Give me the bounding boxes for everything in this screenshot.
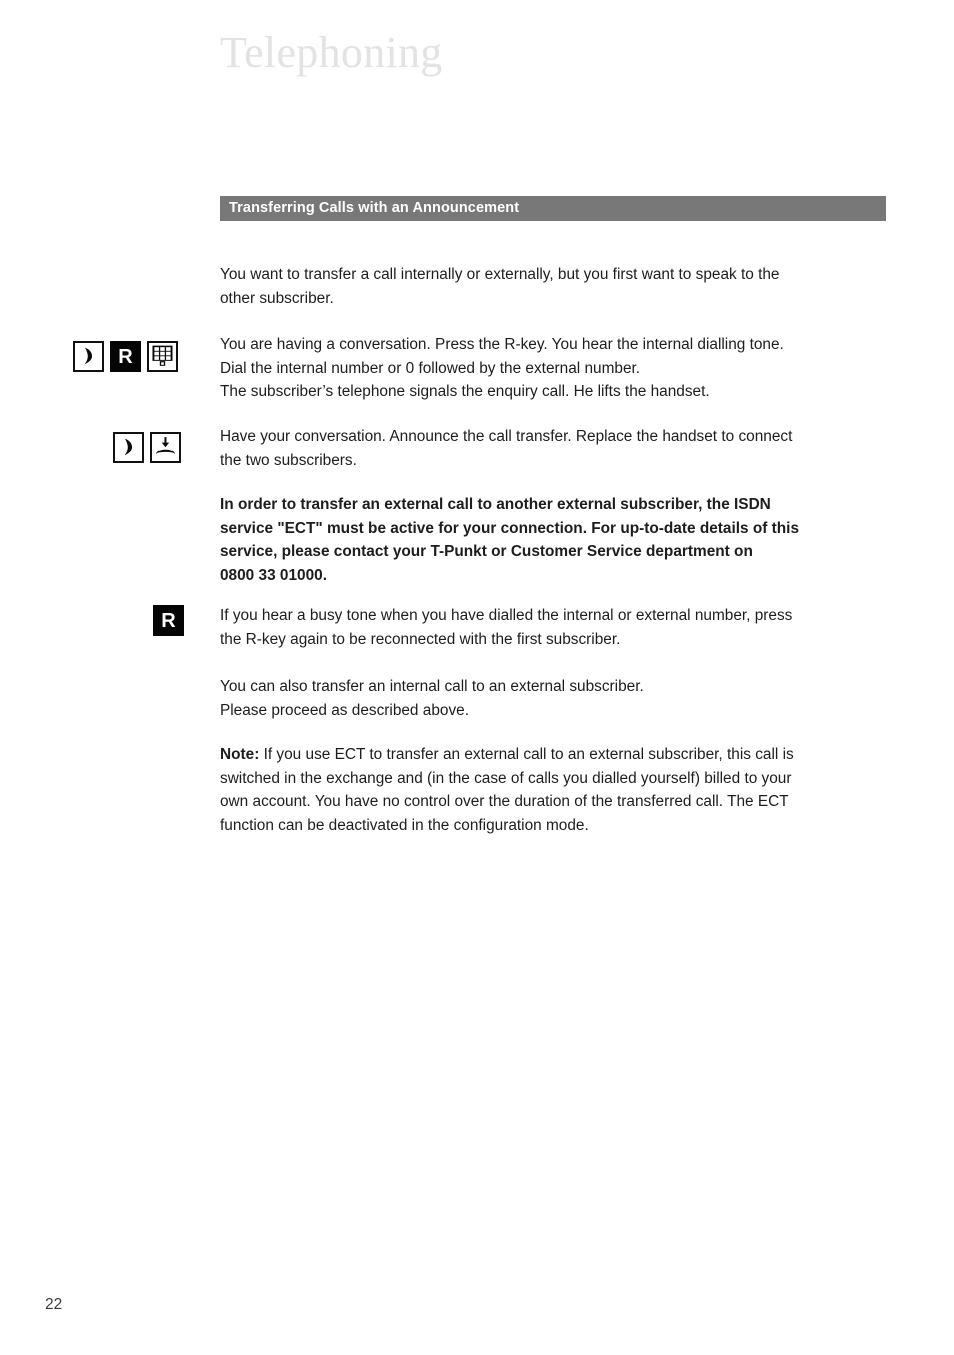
paragraph-line: Have your conversation. Announce the cal… [220, 428, 793, 445]
r-key-icon: R [153, 605, 184, 636]
icon-row-step-1: R [73, 341, 178, 372]
icon-row-busy-tone: R [153, 605, 184, 636]
paragraph-line: If you hear a busy tone when you have di… [220, 607, 793, 624]
r-key-label: R [118, 345, 133, 368]
r-key-label: R [161, 609, 176, 632]
keypad-dial-icon [147, 341, 178, 372]
note-line-rest: If you use ECT to transfer an external c… [259, 746, 794, 763]
paragraph-intro: You want to transfer a call internally o… [220, 263, 880, 310]
paragraph-line: Please proceed as described above. [220, 701, 469, 719]
paragraph-line: You want to transfer a call internally o… [220, 266, 780, 283]
paragraph-line: service "ECT" must be active for your co… [220, 519, 800, 537]
handset-lifted-icon [73, 341, 104, 372]
note-label: Note: [220, 746, 260, 763]
paragraph-line: other subscriber. [220, 289, 334, 307]
paragraph-step-2: Have your conversation. Announce the cal… [220, 425, 880, 472]
icon-row-step-2 [113, 432, 181, 463]
handset-lifted-icon [113, 432, 144, 463]
paragraph-step-1: You are having a conversation. Press the… [220, 333, 880, 404]
paragraph-ect-notice: In order to transfer an external call to… [220, 493, 880, 587]
paragraph-line: switched in the exchange and (in the cas… [220, 769, 792, 787]
paragraph-line: own account. You have no control over th… [220, 793, 789, 810]
handset-replace-icon [150, 432, 181, 463]
page-number: 22 [45, 1296, 63, 1313]
paragraph-line: The subscriber’s telephone signals the e… [220, 383, 710, 400]
paragraph-line: You can also transfer an internal call t… [220, 678, 644, 695]
paragraph-line: 0800 33 01000. [220, 566, 327, 584]
paragraph-line: You are having a conversation. Press the… [220, 336, 784, 353]
page-title: Telephoning [220, 28, 443, 77]
paragraph-line: In order to transfer an external call to… [220, 496, 771, 513]
paragraph-line: the two subscribers. [220, 451, 357, 469]
paragraph-line: function can be deactivated in the confi… [220, 816, 589, 834]
paragraph-busy-tone: If you hear a busy tone when you have di… [220, 604, 880, 651]
paragraph-line: Note: If you use ECT to transfer an exte… [220, 743, 880, 767]
paragraph-internal-transfer: You can also transfer an internal call t… [220, 675, 880, 722]
section-header-label: Transferring Calls with an Announcement [229, 200, 520, 216]
paragraph-line: the R-key again to be reconnected with t… [220, 630, 621, 648]
paragraph-note: Note: If you use ECT to transfer an exte… [220, 743, 880, 837]
paragraph-line: Dial the internal number or 0 followed b… [220, 359, 641, 377]
paragraph-line: service, please contact your T-Punkt or … [220, 543, 753, 560]
r-key-icon: R [110, 341, 141, 372]
section-header-bar: Transferring Calls with an Announcement [220, 196, 886, 221]
